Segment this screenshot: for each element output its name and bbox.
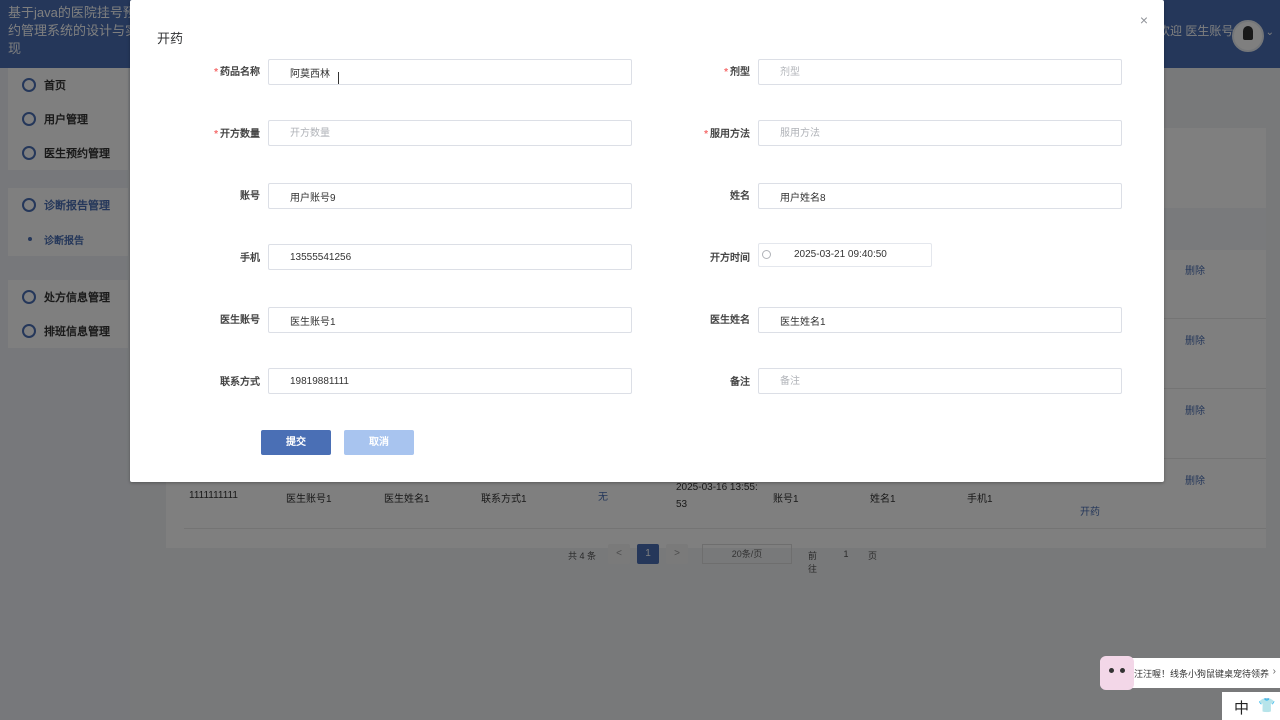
remark-label: 备注 [730, 377, 750, 388]
drug-name-input[interactable] [268, 59, 632, 85]
dosage-form-input[interactable] [758, 59, 1122, 85]
phone-label: 手机 [240, 253, 260, 264]
label-text: 剂型 [730, 67, 750, 78]
dialog-title: 开药 [157, 31, 184, 46]
text-cursor [338, 72, 339, 84]
usage-label: * 服用方法 [630, 125, 750, 140]
quantity-label: * 开方数量 [140, 125, 260, 140]
dosage-form-label: * 剂型 [630, 63, 750, 78]
name-input[interactable] [758, 183, 1122, 209]
label-text: 开方数量 [220, 129, 260, 140]
doctor-name-label: 医生姓名 [710, 315, 750, 326]
quantity-input[interactable] [268, 120, 632, 146]
submit-button[interactable]: 提交 [261, 430, 331, 455]
label-text: 药品名称 [220, 67, 260, 78]
prescribe-time-picker[interactable]: 2025-03-21 09:40:50 [758, 243, 932, 267]
doctor-account-label: 医生账号 [220, 315, 260, 326]
chevron-right-icon[interactable]: › [1273, 666, 1276, 677]
account-label: 账号 [240, 191, 260, 202]
required-mark: * [704, 129, 708, 140]
account-input[interactable] [268, 183, 632, 209]
clock-icon [762, 250, 771, 259]
pet-mascot-icon [1100, 656, 1134, 690]
drug-name-label: * 药品名称 [140, 63, 260, 78]
prescribe-dialog: 开药 × *药品名称 *剂型 *开方数量 *服用方法 账号 姓名 手机 开方时间… [130, 0, 1164, 482]
contact-label: 联系方式 [220, 377, 260, 388]
ime-toolbar[interactable]: 中 👕 [1222, 692, 1280, 720]
phone-input[interactable] [268, 244, 632, 270]
label-text: 服用方法 [710, 129, 750, 140]
doctor-name-input[interactable] [758, 307, 1122, 333]
required-mark: * [724, 67, 728, 78]
required-mark: * [214, 67, 218, 78]
remark-input[interactable] [758, 368, 1122, 394]
skin-icon[interactable]: 👕 [1258, 697, 1275, 714]
prescribe-time-value: 2025-03-21 09:40:50 [794, 249, 887, 260]
doctor-account-input[interactable] [268, 307, 632, 333]
required-mark: * [214, 129, 218, 140]
name-label: 姓名 [730, 191, 750, 202]
contact-input[interactable] [268, 368, 632, 394]
usage-input[interactable] [758, 120, 1122, 146]
close-icon[interactable]: × [1140, 12, 1148, 28]
pet-banner-text: 汪汪喔！线条小狗鼠键桌宠待领养 [1134, 669, 1270, 679]
prescribe-time-label: 开方时间 [710, 253, 750, 264]
ime-language-toggle[interactable]: 中 [1234, 697, 1249, 718]
pet-promo-banner[interactable]: 汪汪喔！线条小狗鼠键桌宠待领养 › [1100, 656, 1280, 690]
cancel-button[interactable]: 取消 [344, 430, 414, 455]
